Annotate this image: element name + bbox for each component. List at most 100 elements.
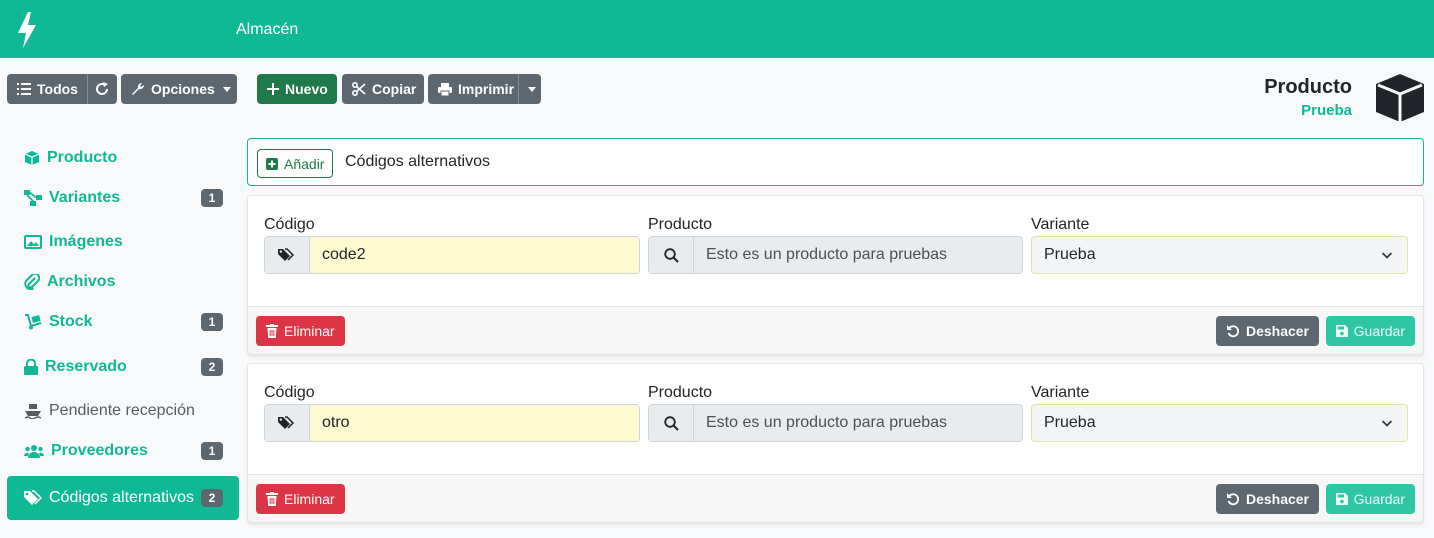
trash-icon bbox=[266, 324, 278, 338]
tags-icon bbox=[278, 248, 295, 261]
sidebar-item-label: Proveedores bbox=[51, 442, 148, 459]
todos-label: Todos bbox=[37, 81, 78, 97]
sidebar-item-label: Stock bbox=[49, 313, 93, 330]
sidebar-item-imagenes[interactable]: Imágenes bbox=[7, 222, 239, 262]
tags-addon bbox=[265, 405, 310, 441]
dolly-icon bbox=[25, 314, 42, 330]
count-badge: 1 bbox=[201, 442, 223, 460]
variante-label: Variante bbox=[1031, 216, 1090, 233]
save-icon bbox=[1335, 493, 1348, 505]
variante-value: Prueba bbox=[1044, 246, 1096, 263]
undo-icon bbox=[1226, 325, 1240, 338]
sidebar-item-producto[interactable]: Producto bbox=[7, 138, 239, 178]
lock-icon bbox=[24, 359, 38, 375]
sidebar-item-label: Variantes bbox=[49, 189, 121, 206]
sidebar-item-label: Pendiente recepción bbox=[49, 402, 195, 419]
trash-icon bbox=[266, 492, 278, 506]
caret-down-icon[interactable] bbox=[528, 87, 536, 92]
imprimir-label: Imprimir bbox=[458, 81, 515, 97]
button-divider bbox=[87, 74, 88, 104]
imprimir-split-button[interactable]: Imprimir bbox=[428, 74, 541, 104]
bolt-icon[interactable] bbox=[16, 12, 38, 48]
sidebar-item-label: Códigos alternativos bbox=[49, 489, 194, 506]
undo-icon bbox=[1226, 493, 1240, 506]
alt-code-card: Código otro Producto Esto es un producto… bbox=[247, 363, 1424, 523]
sidebar-item-pendiente-recepcion[interactable]: Pendiente recepción bbox=[7, 391, 239, 431]
list-icon bbox=[17, 83, 31, 95]
variante-value: Prueba bbox=[1044, 414, 1096, 431]
tags-icon bbox=[278, 416, 295, 429]
section-title: Códigos alternativos bbox=[345, 153, 490, 170]
chevron-down-icon bbox=[1381, 420, 1393, 427]
guardar-button[interactable]: Guardar bbox=[1325, 484, 1415, 514]
sidebar-item-variantes[interactable]: Variantes 1 bbox=[7, 178, 239, 218]
search-icon bbox=[663, 415, 679, 431]
deshacer-label: Deshacer bbox=[1245, 323, 1309, 339]
copiar-label: Copiar bbox=[372, 81, 417, 97]
sidebar-item-codigos-alternativos[interactable]: Códigos alternativos 2 bbox=[7, 476, 239, 520]
eliminar-button[interactable]: Eliminar bbox=[256, 316, 345, 346]
variante-select[interactable]: Prueba bbox=[1031, 236, 1408, 274]
plus-icon bbox=[267, 83, 279, 95]
guardar-button[interactable]: Guardar bbox=[1325, 316, 1415, 346]
tags-icon bbox=[24, 490, 42, 505]
save-icon bbox=[1335, 325, 1348, 337]
ship-icon bbox=[24, 404, 42, 419]
guardar-label: Guardar bbox=[1353, 491, 1405, 507]
codigo-input[interactable]: otro bbox=[310, 405, 639, 441]
sidebar-item-archivos[interactable]: Archivos bbox=[7, 262, 239, 302]
producto-label: Producto bbox=[648, 216, 713, 233]
count-badge: 2 bbox=[201, 358, 223, 376]
deshacer-button[interactable]: Deshacer bbox=[1215, 316, 1319, 346]
eliminar-button[interactable]: Eliminar bbox=[256, 484, 345, 514]
todos-button[interactable]: Todos bbox=[7, 74, 117, 104]
search-addon[interactable] bbox=[649, 237, 694, 273]
copiar-button[interactable]: Copiar bbox=[342, 74, 424, 104]
deshacer-label: Deshacer bbox=[1245, 491, 1309, 507]
producto-input: Esto es un producto para pruebas bbox=[694, 405, 1022, 441]
cube-icon bbox=[24, 151, 40, 165]
deshacer-button[interactable]: Deshacer bbox=[1215, 484, 1319, 514]
guardar-label: Guardar bbox=[1353, 323, 1405, 339]
codigo-label: Código bbox=[264, 216, 315, 233]
opciones-dropdown[interactable]: Opciones bbox=[121, 74, 237, 104]
scissors-icon bbox=[352, 82, 366, 96]
sidebar-item-label: Imágenes bbox=[49, 233, 123, 250]
top-navbar: Almacén bbox=[0, 0, 1434, 58]
codigo-input[interactable]: code2 bbox=[310, 237, 639, 273]
eliminar-label: Eliminar bbox=[284, 323, 335, 339]
box-icon bbox=[1376, 74, 1424, 122]
codigo-input-group: code2 bbox=[264, 236, 640, 274]
sidebar-item-stock[interactable]: Stock 1 bbox=[7, 302, 239, 342]
search-addon[interactable] bbox=[649, 405, 694, 441]
anadir-label: Añadir bbox=[284, 155, 325, 172]
anadir-button[interactable]: Añadir bbox=[257, 149, 334, 178]
paperclip-icon bbox=[24, 274, 40, 290]
sidebar-item-reservado[interactable]: Reservado 2 bbox=[7, 347, 239, 387]
producto-input-group: Esto es un producto para pruebas bbox=[648, 236, 1023, 274]
count-badge: 1 bbox=[201, 189, 223, 207]
users-icon bbox=[24, 445, 44, 458]
eliminar-label: Eliminar bbox=[284, 491, 335, 507]
count-badge: 2 bbox=[201, 489, 223, 507]
search-icon bbox=[663, 247, 679, 263]
page-subtitle: Prueba bbox=[1301, 102, 1352, 119]
button-divider bbox=[518, 74, 519, 104]
refresh-icon[interactable] bbox=[95, 82, 109, 96]
wrench-icon bbox=[132, 82, 145, 95]
tags-addon bbox=[265, 237, 310, 273]
producto-input-group: Esto es un producto para pruebas bbox=[648, 404, 1023, 442]
sidebar-item-label: Reservado bbox=[45, 358, 127, 375]
menu-title[interactable]: Almacén bbox=[236, 21, 298, 39]
producto-input: Esto es un producto para pruebas bbox=[694, 237, 1022, 273]
page-title: Producto bbox=[1264, 76, 1352, 98]
sidebar-item-label: Archivos bbox=[47, 273, 116, 290]
variante-select[interactable]: Prueba bbox=[1031, 404, 1408, 442]
plus-square-icon bbox=[266, 157, 278, 170]
count-badge: 1 bbox=[201, 313, 223, 331]
sidebar-item-proveedores[interactable]: Proveedores 1 bbox=[7, 431, 239, 471]
nuevo-label: Nuevo bbox=[285, 81, 328, 97]
nuevo-button[interactable]: Nuevo bbox=[257, 74, 337, 104]
producto-label: Producto bbox=[648, 384, 713, 401]
codigo-input-group: otro bbox=[264, 404, 640, 442]
